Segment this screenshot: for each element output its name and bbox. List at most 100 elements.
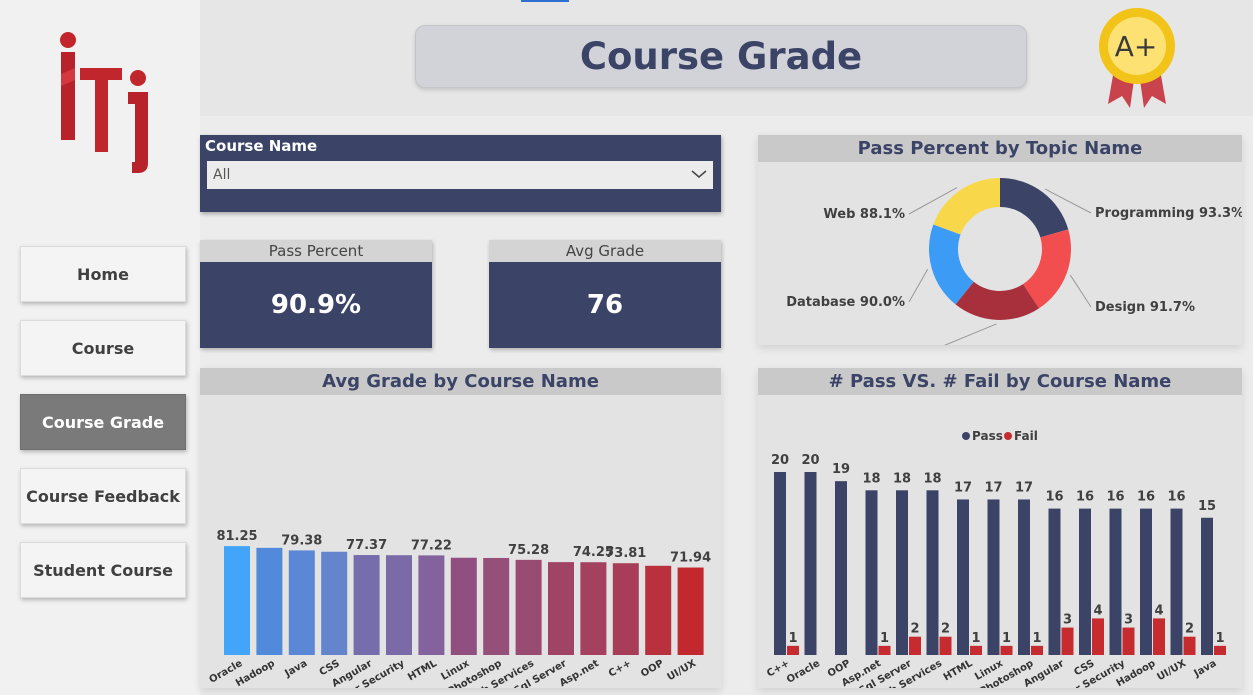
pass-fail-chart-title: # Pass VS. # Fail by Course Name — [758, 368, 1242, 395]
avg-grade-bar-java — [288, 550, 315, 655]
logo-text: iti — [102, 174, 104, 177]
nav-course-feedback-button[interactable]: Course Feedback — [20, 468, 186, 524]
course-name-slicer: Course Name All — [200, 135, 721, 212]
fail-bar-sql-server — [909, 636, 921, 655]
fail-data-label: 2 — [910, 622, 919, 637]
pass-bar-java — [1201, 517, 1213, 655]
fail-bar-java — [1214, 645, 1226, 655]
pass-fail-bar-chart: Pass Fail201C++20Oracle19OOP181Asp.net182… — [765, 429, 1226, 695]
donut-leader-line — [908, 323, 997, 361]
award-badge-icon: A+ — [1099, 8, 1175, 108]
legend-pass-marker — [962, 432, 970, 440]
avg-grade-bar-angular — [353, 555, 380, 655]
avg-grade-chart-title: Avg Grade by Course Name — [200, 368, 721, 395]
avg-grade-data-label: 79.38 — [281, 533, 322, 548]
avg-grade-bar-asp-net — [580, 562, 607, 655]
avg-grade-bar-photoshop — [483, 557, 510, 655]
pass-bar-html — [957, 499, 969, 655]
avg-grade-course-panel: Avg Grade by Course Name 81.25 Oracle Hado… — [200, 368, 721, 695]
pass-percent-value: 90.9% — [270, 290, 362, 320]
fail-data-label: 1 — [880, 631, 889, 646]
avg-grade-bar-sql-server — [548, 562, 574, 655]
nav-student-course-button[interactable]: Student Course — [20, 542, 186, 598]
pass-percent-card: Pass Percent 90.9% — [200, 240, 432, 348]
donut-chart-title: Pass Percent by Topic Name — [758, 135, 1242, 162]
avg-grade-bar-html — [418, 555, 445, 655]
avg-grade-bar-css — [321, 551, 348, 655]
avg-grade-data-label: 75.28 — [508, 543, 549, 558]
fail-bar-ui-ux — [1183, 636, 1196, 655]
nav-home-label: Home — [77, 264, 129, 284]
fail-data-label: 2 — [941, 622, 950, 637]
fail-bar-c — [787, 645, 799, 655]
fail-data-label: 3 — [1124, 613, 1133, 628]
fail-data-label: 1 — [1032, 631, 1041, 646]
donut-chart: Programming 93.3%Design 91.7%Operation S… — [731, 178, 1244, 368]
iti-logo: iti — [60, 32, 148, 177]
fail-bar-hadoop — [1153, 618, 1165, 655]
donut-label: Database 90.0% — [786, 295, 905, 310]
fail-bar-linux — [1000, 645, 1013, 655]
pass-data-label: 18 — [923, 471, 941, 486]
donut-slice-programming — [1000, 178, 1069, 238]
avg-grade-bar-oop — [645, 565, 672, 655]
fail-data-label: 4 — [1093, 603, 1102, 618]
pass-data-label: 16 — [1076, 490, 1094, 505]
nav-course-feedback-label: Course Feedback — [26, 486, 180, 506]
course-name-dropdown-value: All — [213, 167, 231, 183]
avg-grade-bar-cyber-security — [386, 555, 412, 655]
nav-course-grade-label: Course Grade — [41, 412, 165, 432]
pass-data-label: 20 — [771, 453, 789, 468]
avg-grade-data-label: 71.94 — [670, 551, 711, 566]
nav-course-button[interactable]: Course — [20, 320, 186, 376]
donut-leader-line — [908, 268, 929, 303]
pass-bar-linux — [987, 499, 1000, 655]
donut-slice-web — [933, 178, 1000, 235]
fail-bar-html — [970, 645, 982, 655]
pass-data-label: 18 — [893, 471, 911, 486]
chevron-down-icon — [691, 170, 707, 178]
nav-course-label: Course — [71, 338, 135, 358]
fail-data-label: 1 — [971, 631, 980, 646]
fail-bar-cyber-security — [1122, 627, 1135, 655]
avg-grade-label: Avg Grade — [489, 240, 721, 262]
pass-fail-x-tick: UI/UX — [1155, 658, 1188, 683]
avg-grade-x-tick: C++ — [607, 658, 633, 680]
legend-pass-label: Pass — [972, 429, 1003, 443]
pass-bar-asp-net — [865, 490, 878, 655]
nav-student-course-label: Student Course — [33, 560, 173, 580]
top-accent-bar — [521, 0, 569, 2]
slicer-label: Course Name — [205, 137, 318, 155]
nav-course-grade-button[interactable]: Course Grade — [20, 394, 186, 450]
donut-label: Web 88.1% — [823, 207, 905, 222]
legend-fail-marker — [1004, 432, 1012, 440]
avg-grade-x-tick: HTML — [406, 658, 439, 684]
donut-label: Design 91.7% — [1095, 300, 1195, 315]
avg-grade-bar-hadoop — [256, 547, 283, 655]
pass-data-label: 16 — [1167, 490, 1185, 505]
avg-grade-bar-chart: 81.25OracleHadoop79.38Java CSS77.37Angula… — [208, 529, 712, 695]
fail-data-label: 1 — [788, 631, 797, 646]
avg-grade-value: 76 — [586, 290, 624, 320]
pass-data-label: 19 — [832, 462, 850, 477]
pass-bar-ui-ux — [1170, 508, 1183, 655]
avg-grade-x-tick: Java — [282, 658, 309, 680]
nav-home-button[interactable]: Home — [20, 246, 186, 302]
course-name-dropdown[interactable]: All — [207, 161, 713, 189]
donut-leader-line — [1069, 274, 1092, 308]
avg-grade-bar-c — [612, 563, 639, 655]
pass-bar-hadoop — [1140, 508, 1152, 655]
pass-data-label: 16 — [1106, 490, 1124, 505]
pass-data-label: 17 — [954, 480, 972, 495]
pass-bar-sql-server — [896, 490, 908, 655]
avg-grade-data-label: 77.22 — [411, 538, 452, 553]
avg-grade-data-label: 77.37 — [346, 538, 387, 553]
fail-bar-web-services — [939, 636, 952, 655]
donut-label: Programming 93.3% — [1095, 206, 1242, 221]
fail-data-label: 2 — [1185, 622, 1194, 637]
sidebar: iti Home Course Course Grade Course Feed… — [0, 0, 200, 695]
avg-grade-bar-linux — [450, 557, 477, 655]
fail-data-label: 1 — [1215, 631, 1224, 646]
pass-bar-web-services — [926, 490, 939, 655]
pass-bar-css — [1079, 508, 1091, 655]
